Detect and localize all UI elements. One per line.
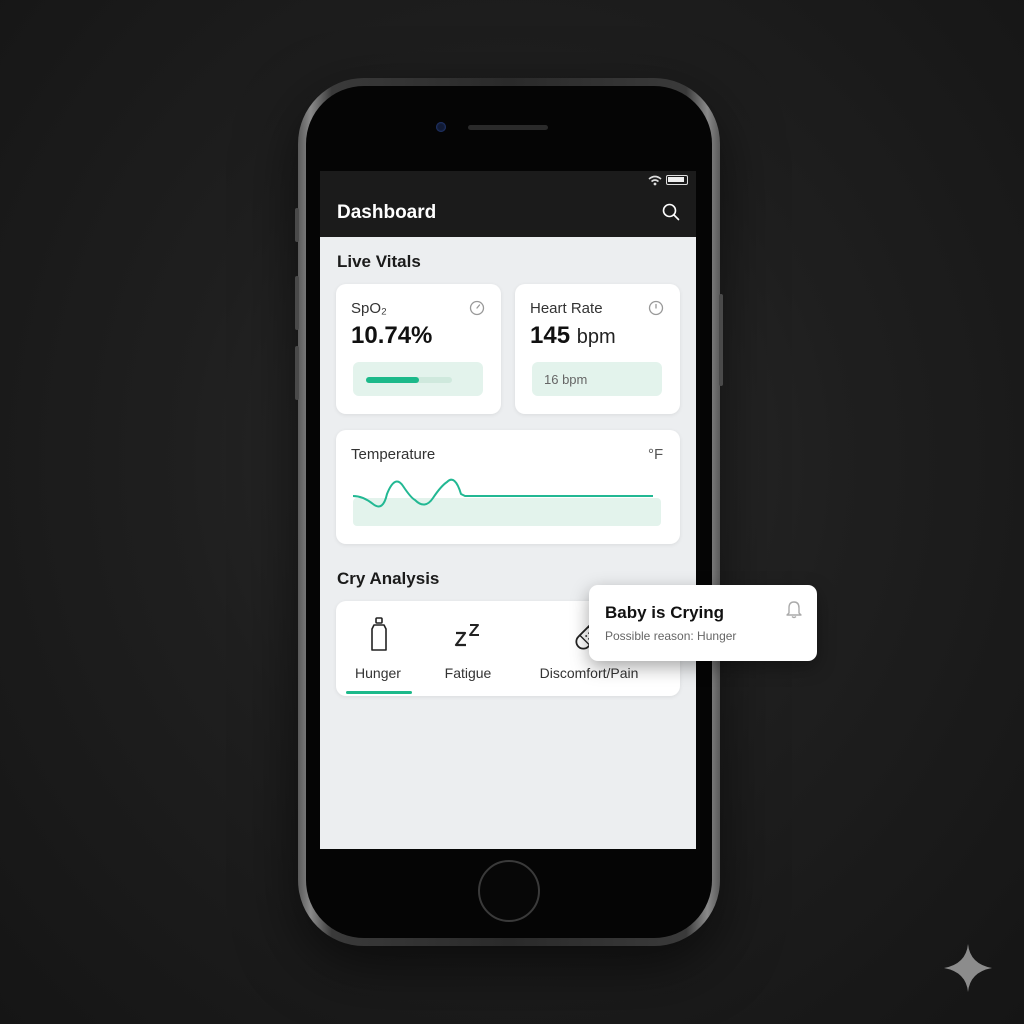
search-icon[interactable] — [662, 203, 680, 221]
sparkle-icon — [944, 944, 992, 992]
temperature-card[interactable]: Temperature °F — [336, 430, 680, 544]
spo2-label: SpO₂ — [351, 300, 387, 317]
spo2-progress-fill — [366, 377, 420, 383]
cry-option-hunger[interactable]: Hunger — [340, 601, 416, 695]
heart-rate-card[interactable]: Heart Rate 145 bpm 16 bpm — [515, 284, 680, 414]
cry-option-label: Fatigue — [444, 665, 492, 681]
home-button[interactable] — [478, 860, 540, 922]
notification-message: Possible reason: Hunger — [605, 629, 737, 643]
active-tab-indicator — [346, 691, 412, 694]
live-vitals-title: Live Vitals — [337, 252, 421, 271]
temperature-wave-line — [353, 478, 653, 508]
battery-icon — [666, 175, 688, 185]
heart-rate-label: Heart Rate — [530, 300, 603, 317]
cry-option-label: Discomfort/Pain — [539, 665, 639, 681]
heart-rate-number: 145 — [530, 322, 571, 349]
spo2-progress-container — [353, 362, 483, 396]
volume-up-button — [295, 276, 299, 330]
heart-rate-sub-pill: 16 bpm — [532, 362, 662, 396]
front-camera — [436, 122, 446, 132]
heart-rate-unit: bpm — [576, 326, 616, 348]
wifi-icon — [648, 175, 662, 186]
temperature-unit: °F — [648, 446, 664, 463]
spo2-card[interactable]: SpO₂ 10.74% — [336, 284, 501, 414]
spo2-progress-track — [366, 377, 452, 383]
crying-notification[interactable]: Baby is Crying Possible reason: Hunger — [589, 585, 817, 661]
earpiece-speaker — [468, 125, 548, 130]
cry-option-fatigue[interactable]: Fatigue — [430, 601, 506, 695]
temperature-label: Temperature — [351, 446, 436, 463]
page-title: Dashboard — [337, 202, 437, 223]
volume-down-button — [295, 346, 299, 400]
bell-icon — [786, 601, 802, 619]
heart-rate-value: 145 bpm — [530, 322, 616, 350]
cry-option-label: Hunger — [355, 665, 401, 681]
clock-icon — [648, 300, 664, 316]
gauge-icon — [469, 300, 485, 316]
silent-switch — [295, 208, 299, 242]
status-bar — [320, 171, 696, 191]
cry-analysis-title: Cry Analysis — [337, 569, 440, 588]
app-bar: Dashboard — [320, 191, 696, 237]
bottle-icon — [371, 617, 387, 651]
sleep-zz-icon — [454, 624, 479, 647]
spo2-value: 10.74% — [351, 322, 433, 349]
heart-rate-sub-value: 16 bpm — [544, 372, 588, 387]
app-screen: Dashboard Live Vitals SpO₂ 10.74% Heart … — [320, 171, 696, 849]
power-button — [719, 294, 723, 386]
notification-title: Baby is Crying — [605, 603, 725, 622]
